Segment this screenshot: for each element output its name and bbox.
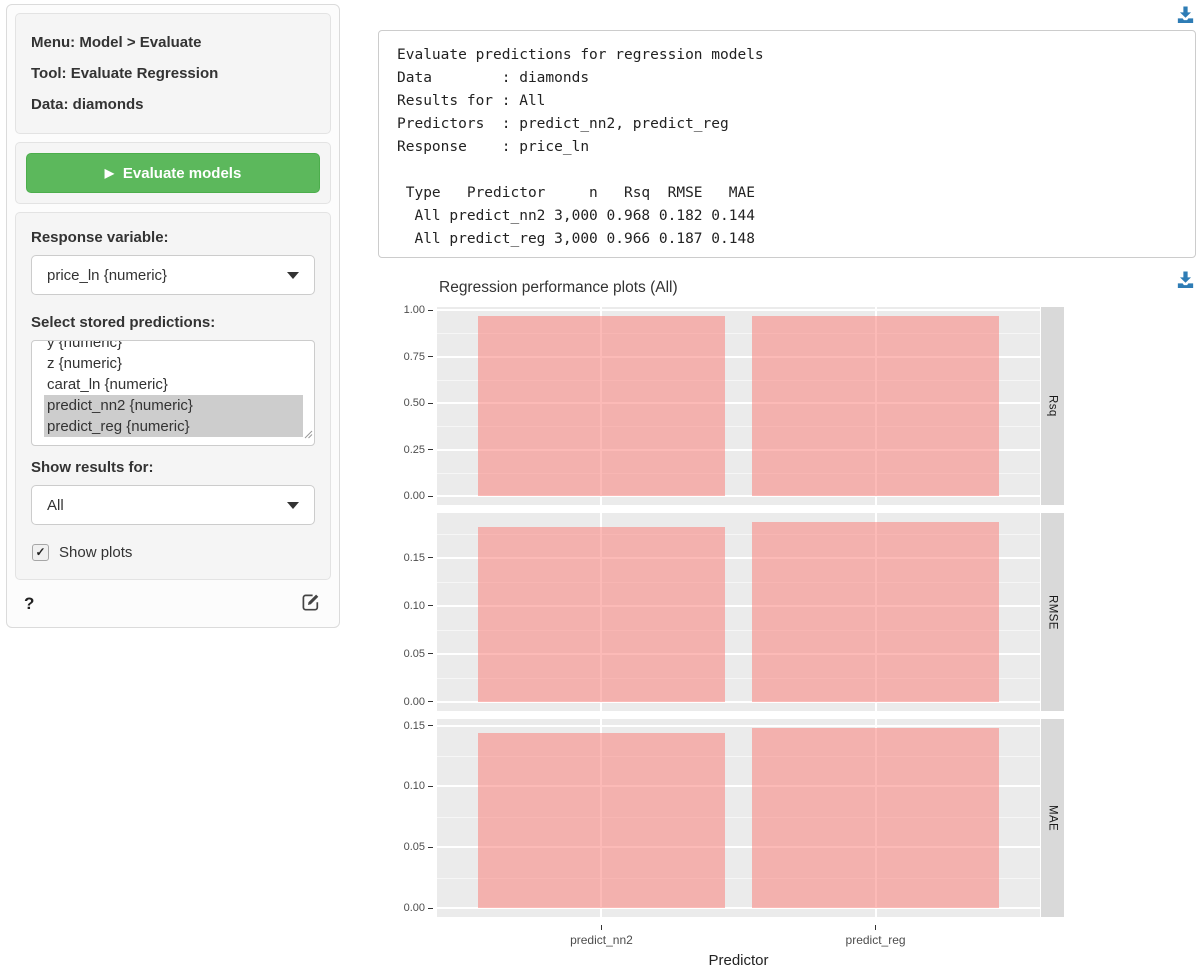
facet-row-mae: 0.00 0.05 0.10 0.15 MAE — [378, 719, 1063, 917]
y-tick-mark — [428, 496, 433, 497]
x-tick-mark — [875, 925, 876, 930]
facet-row-rsq: 0.00 0.25 0.50 0.75 1.00 Rsq — [378, 307, 1063, 505]
plot-panel-rsq — [437, 307, 1040, 505]
prediction-option[interactable]: z {numeric} — [44, 353, 303, 374]
y-tick-mark — [428, 557, 433, 558]
y-tick-mark — [428, 605, 433, 606]
gridline-major — [437, 725, 1040, 727]
response-variable-value: price_ln {numeric} — [47, 267, 167, 284]
prediction-option[interactable]: y {numeric} — [44, 340, 303, 353]
plot-panel-mae — [437, 719, 1040, 917]
bar-predict_nn2-mae — [478, 733, 725, 908]
context-panel: Menu: Model > Evaluate Tool: Evaluate Re… — [15, 13, 331, 134]
facet-strip-label: Rsq — [1047, 395, 1059, 417]
facet-strip-rsq: Rsq — [1041, 307, 1064, 505]
plot-panel-rmse — [437, 513, 1040, 711]
prediction-option[interactable]: predict_reg {numeric} — [44, 416, 303, 437]
y-tick-label: 0.75 — [404, 351, 425, 363]
y-tick-mark — [428, 653, 433, 654]
y-tick-mark — [428, 310, 433, 311]
performance-plot: Regression performance plots (All) 0.000… — [378, 268, 1068, 966]
evaluate-panel: ▶ Evaluate models — [15, 142, 331, 204]
menu-breadcrumb: Menu: Model > Evaluate — [31, 27, 315, 58]
plot-title: Regression performance plots (All) — [439, 279, 678, 297]
response-variable-select[interactable]: price_ln {numeric} — [31, 255, 315, 295]
y-tick-mark — [428, 847, 433, 848]
show-plots-row: ✓ Show plots — [32, 544, 315, 561]
dataset-name: Data: diamonds — [31, 89, 315, 120]
show-results-value: All — [47, 497, 64, 514]
y-tick-mark — [428, 356, 433, 357]
evaluate-models-button[interactable]: ▶ Evaluate models — [26, 153, 320, 193]
y-tick-mark — [428, 701, 433, 702]
y-tick-mark — [428, 786, 433, 787]
y-tick-label: 0.50 — [404, 397, 425, 409]
download-plot-icon[interactable] — [1177, 271, 1194, 293]
y-tick-mark — [428, 908, 433, 909]
evaluate-models-label: Evaluate models — [123, 165, 241, 182]
play-icon: ▶ — [105, 167, 114, 179]
facet-row-rmse: 0.00 0.05 0.10 0.15 RMSE — [378, 513, 1063, 711]
facet-strip-rmse: RMSE — [1041, 513, 1064, 711]
y-tick-label: 0.00 — [404, 696, 425, 708]
chevron-down-icon — [287, 502, 299, 509]
y-tick-mark — [428, 449, 433, 450]
help-icon[interactable]: ? — [24, 594, 34, 614]
gridline-major — [437, 309, 1040, 311]
show-results-label: Show results for: — [31, 459, 315, 476]
y-axis: 0.00 0.05 0.10 0.15 — [378, 719, 437, 917]
x-axis-title: Predictor — [708, 952, 768, 969]
stored-predictions-listbox[interactable]: y {numeric}z {numeric}carat_ln {numeric}… — [31, 340, 315, 446]
facet-strip-label: RMSE — [1047, 595, 1059, 630]
resize-handle-icon[interactable] — [304, 426, 313, 444]
y-axis: 0.00 0.25 0.50 0.75 1.00 — [378, 307, 437, 505]
tool-name: Tool: Evaluate Regression — [31, 58, 315, 89]
y-tick-label: 0.05 — [404, 841, 425, 853]
chevron-down-icon — [287, 272, 299, 279]
y-tick-label: 0.05 — [404, 648, 425, 660]
prediction-option[interactable]: predict_nn2 {numeric} — [44, 395, 303, 416]
show-results-select[interactable]: All — [31, 485, 315, 525]
edit-report-icon[interactable] — [301, 591, 322, 617]
plot-facets: 0.00 0.25 0.50 0.75 1.00 Rsq 0.00 0.05 0.10 0.15 R… — [378, 307, 1063, 973]
y-tick-label: 0.15 — [404, 552, 425, 564]
show-plots-label: Show plots — [59, 544, 132, 561]
y-tick-mark — [428, 403, 433, 404]
prediction-option[interactable]: carat_ln {numeric} — [44, 374, 303, 395]
bar-predict_reg-rsq — [752, 316, 999, 496]
summary-output-card: Evaluate predictions for regression mode… — [378, 30, 1196, 258]
x-tick-mark — [601, 925, 602, 930]
stored-predictions-label: Select stored predictions: — [31, 314, 315, 331]
y-tick-label: 0.00 — [404, 902, 425, 914]
show-plots-checkbox[interactable]: ✓ — [32, 544, 49, 561]
bar-predict_reg-rmse — [752, 522, 999, 702]
controls-panel: Response variable: price_ln {numeric} Se… — [15, 212, 331, 580]
sidebar: Menu: Model > Evaluate Tool: Evaluate Re… — [6, 4, 340, 628]
y-tick-label: 0.10 — [404, 600, 425, 612]
facet-strip-mae: MAE — [1041, 719, 1064, 917]
y-tick-label: 0.25 — [404, 444, 425, 456]
sidebar-footer: ? — [15, 588, 331, 621]
y-tick-label: 0.10 — [404, 780, 425, 792]
y-tick-mark — [428, 725, 433, 726]
facet-strip-label: MAE — [1047, 805, 1059, 831]
y-axis: 0.00 0.05 0.10 0.15 — [378, 513, 437, 711]
bar-predict_nn2-rsq — [478, 316, 725, 496]
y-tick-label: 0.00 — [404, 490, 425, 502]
evaluation-summary-text: Evaluate predictions for regression mode… — [397, 44, 1177, 251]
bar-predict_nn2-rmse — [478, 527, 725, 702]
x-category-label: predict_reg — [846, 933, 906, 947]
download-summary-icon[interactable] — [1177, 6, 1194, 28]
x-category-label: predict_nn2 — [570, 933, 633, 947]
y-tick-label: 1.00 — [404, 304, 425, 316]
y-tick-label: 0.15 — [404, 720, 425, 732]
response-variable-label: Response variable: — [31, 229, 315, 246]
bar-predict_reg-mae — [752, 728, 999, 908]
